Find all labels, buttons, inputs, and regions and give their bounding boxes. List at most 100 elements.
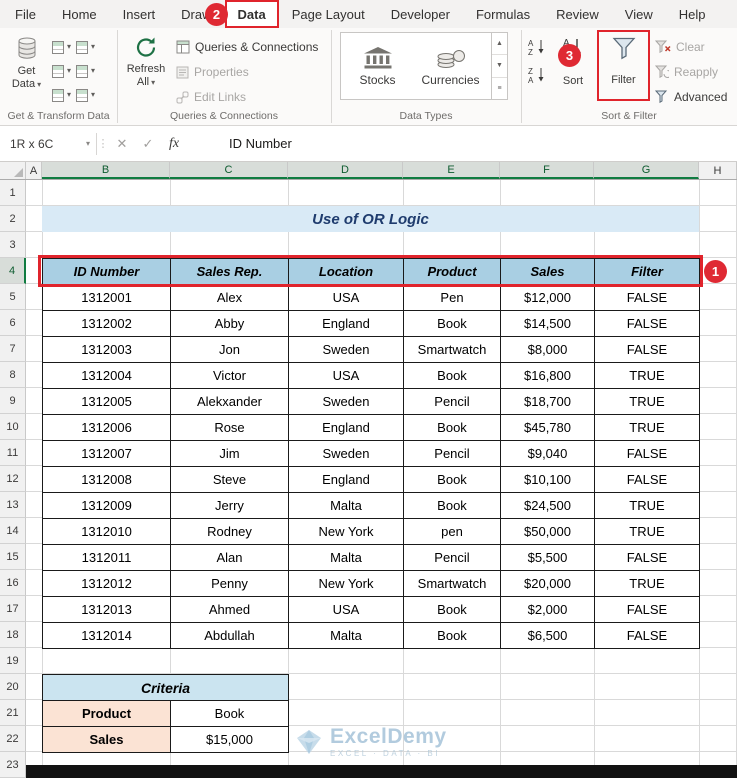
row-header-13[interactable]: 13 xyxy=(0,492,26,518)
table-cell[interactable]: FALSE xyxy=(594,596,700,623)
table-cell[interactable]: Book xyxy=(403,466,501,493)
insert-function-icon[interactable]: fx xyxy=(161,136,187,152)
criteria-label-cell[interactable]: Product xyxy=(42,700,171,727)
from-picture-icon[interactable] xyxy=(76,84,95,102)
table-cell[interactable]: Jim xyxy=(170,440,289,467)
gallery-scrollbar[interactable]: ▲ ▼ ≡ xyxy=(491,33,507,99)
table-cell[interactable]: USA xyxy=(288,362,404,389)
formula-bar-grip-icon[interactable]: ⋮ xyxy=(97,137,109,150)
tab-view[interactable]: View xyxy=(612,0,666,28)
row-header-7[interactable]: 7 xyxy=(0,336,26,362)
table-cell[interactable]: New York xyxy=(288,518,404,545)
table-cell[interactable]: Jon xyxy=(170,336,289,363)
table-cell[interactable]: Pencil xyxy=(403,388,501,415)
sort-descending-button[interactable]: Z A xyxy=(527,65,547,85)
formula-input[interactable]: ID Number xyxy=(229,136,292,151)
table-cell[interactable]: 1312001 xyxy=(42,284,171,311)
table-cell[interactable]: Alan xyxy=(170,544,289,571)
criteria-label-cell[interactable]: Sales xyxy=(42,726,171,753)
table-cell[interactable]: England xyxy=(288,310,404,337)
table-cell[interactable]: $16,800 xyxy=(500,362,595,389)
criteria-value-cell[interactable]: $15,000 xyxy=(170,726,289,753)
row-header-17[interactable]: 17 xyxy=(0,596,26,622)
column-header-E[interactable]: E xyxy=(403,162,500,179)
currencies-button[interactable]: Currencies xyxy=(414,33,487,99)
stocks-button[interactable]: Stocks xyxy=(341,33,414,99)
table-cell[interactable]: FALSE xyxy=(594,284,700,311)
table-cell[interactable]: FALSE xyxy=(594,622,700,649)
tab-data[interactable]: Data xyxy=(224,0,279,28)
table-cell[interactable]: $50,000 xyxy=(500,518,595,545)
from-web-icon[interactable] xyxy=(52,60,71,78)
table-cell[interactable]: Malta xyxy=(288,544,404,571)
tab-page-layout[interactable]: Page Layout xyxy=(279,0,378,28)
recent-sources-icon[interactable] xyxy=(76,36,95,54)
title-cell[interactable]: Use of OR Logic xyxy=(42,206,699,232)
table-cell[interactable]: Sweden xyxy=(288,336,404,363)
table-cell[interactable]: 1312009 xyxy=(42,492,171,519)
edit-links-button[interactable]: Edit Links xyxy=(176,90,246,104)
refresh-all-button[interactable]: Refresh All xyxy=(122,30,170,104)
table-cell[interactable]: 1312004 xyxy=(42,362,171,389)
table-cell[interactable]: Pencil xyxy=(403,440,501,467)
table-cell[interactable]: Pen xyxy=(403,284,501,311)
table-cell[interactable]: Sweden xyxy=(288,440,404,467)
table-cell[interactable]: Alex xyxy=(170,284,289,311)
row-header-6[interactable]: 6 xyxy=(0,310,26,336)
column-header-C[interactable]: C xyxy=(170,162,288,179)
table-cell[interactable]: Book xyxy=(403,414,501,441)
table-cell[interactable]: TRUE xyxy=(594,362,700,389)
tab-review[interactable]: Review xyxy=(543,0,612,28)
tab-formulas[interactable]: Formulas xyxy=(463,0,543,28)
criteria-value-cell[interactable]: Book xyxy=(170,700,289,727)
from-table-range-icon[interactable] xyxy=(52,84,71,102)
table-cell[interactable]: Jerry xyxy=(170,492,289,519)
tab-file[interactable]: File xyxy=(2,0,49,28)
table-cell[interactable]: USA xyxy=(288,284,404,311)
row-header-8[interactable]: 8 xyxy=(0,362,26,388)
table-cell[interactable]: $14,500 xyxy=(500,310,595,337)
column-header-G[interactable]: G xyxy=(594,162,699,179)
gallery-more-icon[interactable]: ≡ xyxy=(492,78,507,99)
gallery-up-icon[interactable]: ▲ xyxy=(492,33,507,56)
table-cell[interactable]: 1312010 xyxy=(42,518,171,545)
table-cell[interactable]: FALSE xyxy=(594,336,700,363)
tab-insert[interactable]: Insert xyxy=(110,0,169,28)
row-header-3[interactable]: 3 xyxy=(0,232,26,258)
from-text-csv-icon[interactable] xyxy=(52,36,71,54)
table-cell[interactable]: 1312007 xyxy=(42,440,171,467)
row-header-14[interactable]: 14 xyxy=(0,518,26,544)
table-cell[interactable]: TRUE xyxy=(594,492,700,519)
table-cell[interactable]: pen xyxy=(403,518,501,545)
table-cell[interactable]: Steve xyxy=(170,466,289,493)
gallery-down-icon[interactable]: ▼ xyxy=(492,55,507,78)
reapply-button[interactable]: Reapply xyxy=(655,65,718,79)
table-cell[interactable]: Malta xyxy=(288,492,404,519)
select-all-corner[interactable] xyxy=(0,162,26,179)
column-header-B[interactable]: B xyxy=(42,162,170,179)
row-header-11[interactable]: 11 xyxy=(0,440,26,466)
table-cell[interactable]: Book xyxy=(403,492,501,519)
row-header-9[interactable]: 9 xyxy=(0,388,26,414)
row-header-21[interactable]: 21 xyxy=(0,700,26,726)
get-data-button[interactable]: Get Data xyxy=(3,30,50,104)
table-cell[interactable]: $8,000 xyxy=(500,336,595,363)
table-cell[interactable]: FALSE xyxy=(594,466,700,493)
row-header-1[interactable]: 1 xyxy=(0,180,26,206)
table-cell[interactable]: Alekxander xyxy=(170,388,289,415)
table-cell[interactable]: Book xyxy=(403,310,501,337)
table-cell[interactable]: 1312012 xyxy=(42,570,171,597)
table-cell[interactable]: 1312003 xyxy=(42,336,171,363)
table-cell[interactable]: TRUE xyxy=(594,518,700,545)
table-cell[interactable]: Rodney xyxy=(170,518,289,545)
row-header-5[interactable]: 5 xyxy=(0,284,26,310)
row-header-2[interactable]: 2 xyxy=(0,206,26,232)
column-header-A[interactable]: A xyxy=(26,162,42,179)
table-cell[interactable]: FALSE xyxy=(594,440,700,467)
sort-ascending-button[interactable]: A Z xyxy=(527,37,547,57)
table-cell[interactable]: Sweden xyxy=(288,388,404,415)
table-cell[interactable]: Book xyxy=(403,622,501,649)
table-cell[interactable]: FALSE xyxy=(594,310,700,337)
table-cell[interactable]: $12,000 xyxy=(500,284,595,311)
table-cell[interactable]: England xyxy=(288,466,404,493)
